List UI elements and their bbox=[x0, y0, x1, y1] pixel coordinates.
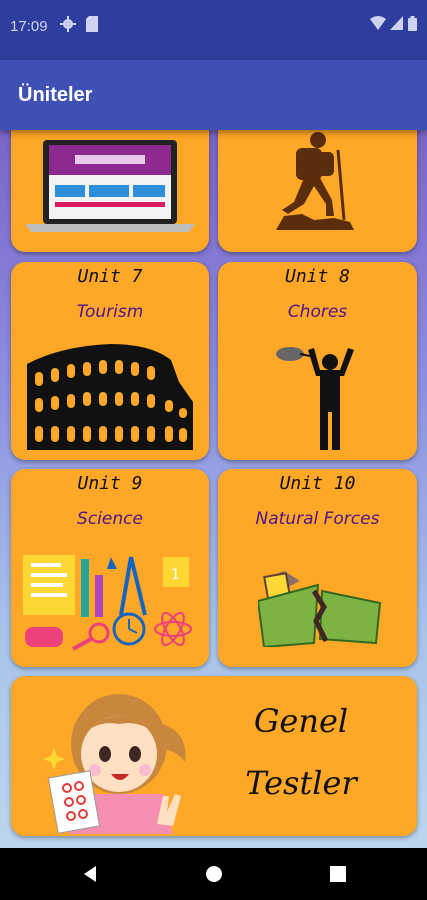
unit-name: Tourism bbox=[76, 302, 144, 322]
status-time: 17:09 bbox=[10, 18, 48, 35]
recents-icon[interactable] bbox=[326, 862, 350, 886]
battery-icon bbox=[408, 16, 417, 31]
unit-name: Natural Forces bbox=[255, 509, 380, 529]
home-icon[interactable] bbox=[202, 862, 226, 886]
laptop-icon bbox=[25, 140, 195, 232]
unit-name: Science bbox=[77, 509, 143, 529]
science-icon: 1 bbox=[23, 555, 192, 651]
tests-title-line2: Testler bbox=[245, 764, 357, 802]
unit-card-10[interactable]: Unit 10 Natural Forces bbox=[218, 469, 417, 667]
svg-text:1: 1 bbox=[171, 567, 180, 583]
unit-number: Unit 10 bbox=[279, 473, 356, 494]
status-bar: 17:09 bbox=[0, 0, 427, 60]
colosseum-icon bbox=[27, 344, 193, 450]
signal-icon bbox=[390, 16, 403, 30]
person-cleaning-icon bbox=[276, 347, 354, 450]
tests-title-line1: Genel bbox=[253, 702, 349, 740]
unit-number: Unit 9 bbox=[77, 473, 143, 494]
unit-number: Unit 7 bbox=[77, 266, 143, 287]
unit-grid[interactable]: Unit 7 Tourism Unit 8 Chores Unit 9 Scie… bbox=[0, 130, 427, 848]
unit-card-hiking[interactable] bbox=[218, 130, 417, 252]
navigation-bar bbox=[0, 848, 427, 900]
earthquake-icon bbox=[258, 571, 382, 647]
sim-icon bbox=[86, 16, 98, 32]
unit-card-9[interactable]: Unit 9 Science 1 bbox=[11, 469, 209, 667]
app-bar: Üniteler bbox=[0, 60, 427, 130]
unit-number: Unit 8 bbox=[284, 266, 351, 287]
unit-card-7[interactable]: Unit 7 Tourism bbox=[11, 262, 209, 460]
page-title: Üniteler bbox=[18, 84, 93, 106]
general-tests-card[interactable]: Genel Testler bbox=[11, 676, 417, 836]
unit-name: Chores bbox=[287, 302, 348, 322]
girl-with-test-icon bbox=[43, 694, 186, 834]
settings-icon bbox=[60, 16, 76, 32]
wifi-icon bbox=[370, 16, 386, 30]
hiker-icon bbox=[276, 132, 354, 230]
unit-card-8[interactable]: Unit 8 Chores bbox=[218, 262, 417, 460]
back-icon[interactable] bbox=[78, 862, 102, 886]
unit-card-computer[interactable] bbox=[11, 130, 209, 252]
